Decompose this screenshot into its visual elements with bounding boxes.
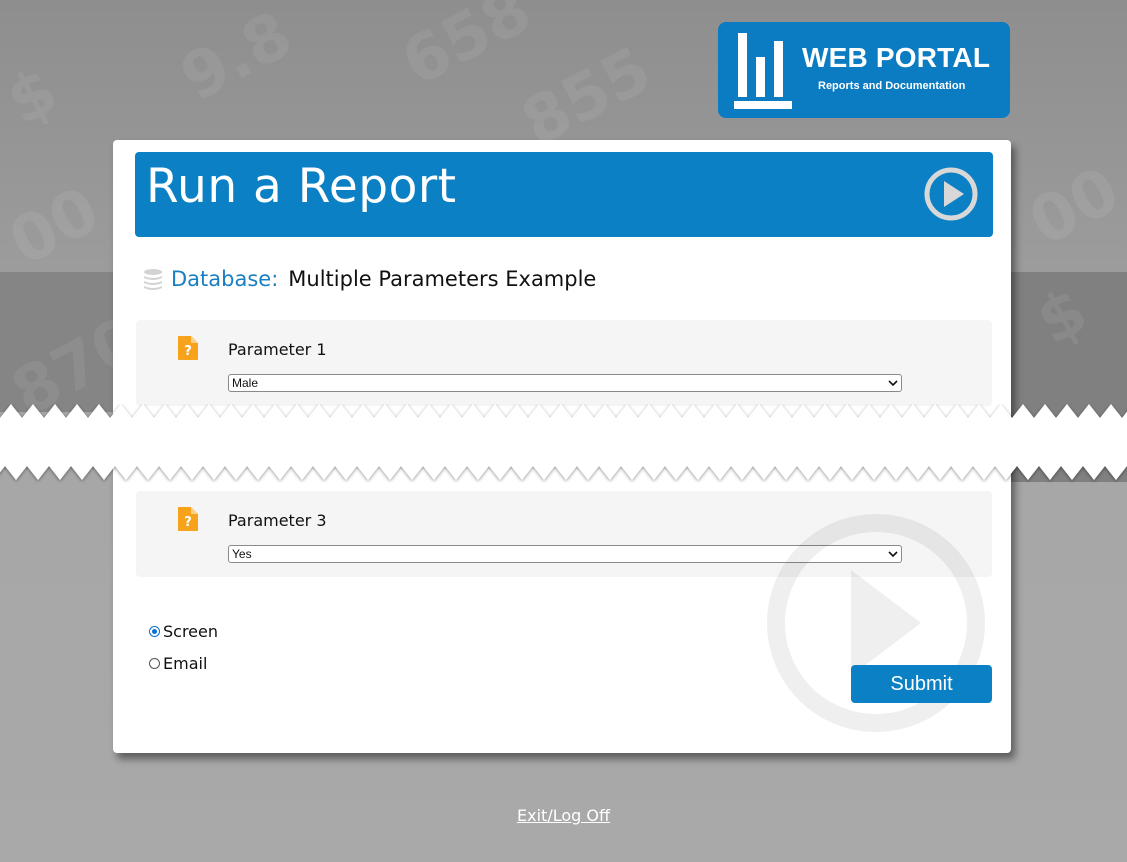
logo-subtitle: Reports and Documentation (818, 80, 966, 92)
exit-log-off-link[interactable]: Exit/Log Off (0, 806, 1127, 825)
parameter-1-selected-value: Male (232, 376, 259, 390)
database-name: Multiple Parameters Example (288, 267, 597, 291)
output-option-email[interactable]: Email (149, 652, 218, 674)
play-circle-icon (924, 167, 978, 221)
email-radio-label[interactable]: Email (163, 654, 207, 673)
card-header: Run a Report (135, 152, 993, 237)
torn-gap (0, 404, 1127, 480)
output-options: Screen Email (149, 620, 218, 684)
parameter-label: Parameter 3 (228, 511, 327, 530)
page-title: Run a Report (146, 159, 457, 214)
submit-button[interactable]: Submit (851, 665, 992, 703)
exit-log-off-label[interactable]: Exit/Log Off (517, 806, 610, 825)
parameter-box: ? Parameter 1 Male (136, 320, 992, 406)
email-radio[interactable] (149, 657, 160, 669)
database-label: Database: (171, 267, 279, 291)
bar-chart-logo-icon (734, 33, 792, 109)
database-icon (144, 269, 162, 290)
parameter-1-select[interactable]: Male (228, 374, 902, 392)
web-portal-logo: WEB PORTAL Reports and Documentation (718, 22, 1010, 118)
file-question-icon: ? (178, 336, 198, 360)
parameter-3-selected-value: Yes (232, 547, 252, 561)
output-option-screen[interactable]: Screen (149, 620, 218, 642)
svg-text:?: ? (184, 515, 192, 530)
svg-text:?: ? (184, 344, 192, 359)
logo-title: WEB PORTAL (802, 42, 991, 73)
parameter-label: Parameter 1 (228, 340, 327, 359)
chevron-down-icon (888, 380, 898, 387)
screen-radio-label[interactable]: Screen (163, 622, 218, 641)
database-row: Database: Multiple Parameters Example (143, 264, 596, 294)
file-question-icon: ? (178, 507, 198, 531)
screen-radio[interactable] (149, 625, 160, 637)
